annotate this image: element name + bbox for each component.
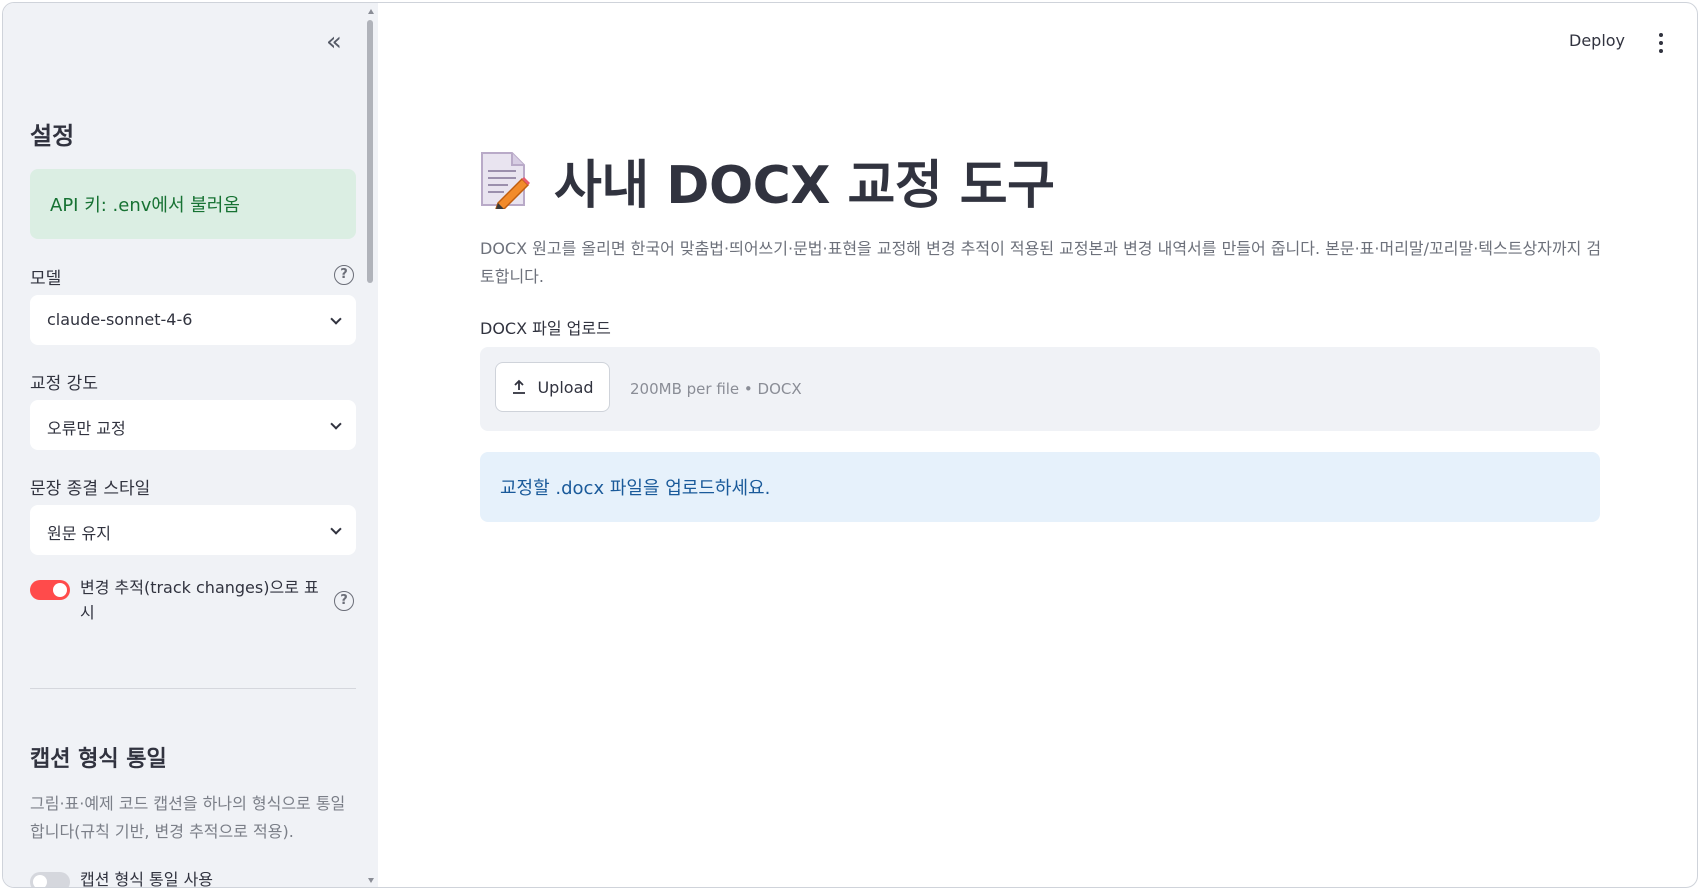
model-select-value: claude-sonnet-4-6 — [47, 310, 193, 329]
upload-icon — [513, 379, 526, 394]
collapse-sidebar-icon[interactable]: « — [319, 27, 349, 57]
main-menu-icon[interactable] — [1655, 31, 1667, 55]
track-changes-label: 변경 추적(track changes)으로 표시 — [80, 578, 319, 622]
app-window: « 설정 API 키: .env에서 불러옴 모델 ? claude-sonne… — [2, 2, 1698, 888]
chevron-down-icon — [330, 418, 342, 430]
app-title: 사내 DOCX 교정 도구 — [554, 155, 1055, 216]
ending-style-select-value: 원문 유지 — [47, 524, 111, 543]
track-changes-toggle[interactable] — [30, 580, 70, 600]
toggle-knob — [53, 583, 67, 597]
scroll-down-icon[interactable] — [368, 878, 374, 883]
upload-label: DOCX 파일 업로드 — [480, 319, 611, 338]
scroll-up-icon[interactable] — [368, 9, 374, 14]
file-dropzone[interactable]: Upload 200MB per file • DOCX — [480, 347, 1600, 431]
track-changes-help-icon[interactable]: ? — [334, 591, 354, 611]
page-title: 사내 DOCX 교정 도구 — [478, 145, 1055, 216]
app-description: DOCX 원고를 올리면 한국어 맞춤법·띄어쓰기·문법·표현을 교정해 변경 … — [480, 239, 1602, 286]
ending-style-label: 문장 종결 스타일 — [30, 479, 151, 499]
intensity-select[interactable]: 오류만 교정 — [30, 400, 356, 450]
chevron-down-icon — [330, 313, 342, 325]
sidebar-scrollbar[interactable] — [366, 7, 376, 885]
model-label: 모델 — [30, 269, 62, 289]
model-help-icon[interactable]: ? — [334, 265, 354, 285]
ending-style-select[interactable]: 원문 유지 — [30, 505, 356, 555]
sidebar: « 설정 API 키: .env에서 불러옴 모델 ? claude-sonne… — [3, 3, 378, 887]
caption-description: 그림·표·예제 코드 캡션을 하나의 형식으로 통일합니다(규칙 기반, 변경 … — [30, 794, 346, 841]
model-select[interactable]: claude-sonnet-4-6 — [30, 295, 356, 345]
deploy-button[interactable]: Deploy — [1569, 31, 1625, 50]
upload-hint: 200MB per file • DOCX — [630, 380, 802, 398]
scrollbar-thumb[interactable] — [367, 20, 373, 283]
api-status-alert: API 키: .env에서 불러옴 — [30, 169, 356, 239]
caption-section-title: 캡션 형식 통일 — [30, 747, 167, 772]
intensity-select-value: 오류만 교정 — [47, 419, 126, 438]
chevron-down-icon — [330, 523, 342, 535]
upload-button-label: Upload — [537, 377, 594, 397]
toggle-knob — [33, 875, 47, 887]
upload-button[interactable]: Upload — [495, 362, 610, 412]
sidebar-divider — [30, 688, 356, 689]
memo-icon — [478, 151, 530, 210]
caption-toggle[interactable] — [30, 872, 70, 887]
info-alert: 교정할 .docx 파일을 업로드하세요. — [480, 452, 1600, 522]
sidebar-title: 설정 — [30, 122, 75, 150]
caption-toggle-label: 캡션 형식 통일 사용 — [80, 870, 214, 888]
intensity-label: 교정 강도 — [30, 374, 98, 394]
